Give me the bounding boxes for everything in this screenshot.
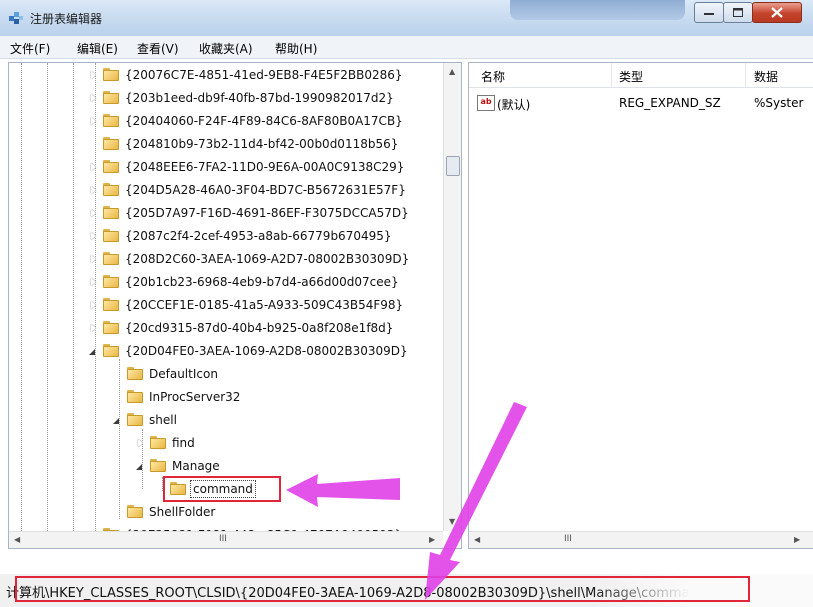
folder-icon (103, 114, 119, 128)
annotation-highlight-box (163, 476, 281, 502)
menu-bar: 文件(F) 编辑(E) 查看(V) 收藏夹(A) 帮助(H) (0, 36, 813, 59)
folder-icon (103, 252, 119, 266)
tree-horizontal-scrollbar[interactable]: ◀ III ▶ (9, 531, 443, 548)
maximize-button[interactable] (723, 2, 753, 23)
status-bar: 计算机\HKEY_CLASSES_ROOT\CLSID\{20D04FE0-3A… (0, 574, 813, 607)
value-data: %Syster (754, 96, 804, 110)
collapse-icon[interactable] (113, 416, 122, 425)
tree-node[interactable]: {203b1eed-db9f-40fb-87bd-1990982017d2} (89, 88, 396, 108)
tree-node[interactable]: {20b1cb23-6968-4eb9-b7d4-a66d00d07cee} (89, 272, 401, 292)
maximize-icon (733, 8, 743, 17)
column-data-header[interactable]: 数据 (754, 68, 778, 85)
expand-icon[interactable] (89, 163, 98, 172)
tree-node[interactable]: {2048EEE6-7FA2-11D0-9E6A-00A0C9138C29} (89, 157, 406, 177)
scroll-right-icon[interactable]: ▶ (429, 535, 435, 544)
menu-favorites[interactable]: 收藏夹(A) (199, 40, 253, 57)
column-name-header[interactable]: 名称 (481, 68, 505, 85)
folder-icon (127, 505, 143, 519)
folder-icon (127, 390, 143, 404)
tree-node[interactable]: ShellFolder (113, 502, 217, 522)
scroll-right-icon[interactable]: ▶ (794, 535, 800, 544)
expand-icon[interactable] (89, 117, 98, 126)
tree-node[interactable]: {204810b9-73b2-11d4-bf42-00b0d0118b56} (89, 134, 400, 154)
tree-node[interactable]: {20cd9315-87d0-40b4-b925-0a8f208e1f8d} (89, 318, 395, 338)
folder-icon (103, 298, 119, 312)
values-list-pane[interactable]: 名称 类型 数据 ab (默认) REG_EXPAND_SZ %Syster ◀… (468, 62, 813, 549)
folder-icon (103, 321, 119, 335)
folder-icon (127, 367, 143, 381)
scroll-up-icon[interactable]: ▲ (449, 67, 455, 76)
tree-node[interactable]: {205D7A97-F16D-4691-86EF-F3075DCCA57D} (89, 203, 411, 223)
menu-view[interactable]: 查看(V) (137, 40, 179, 57)
title-bar: 注册表编辑器 (0, 0, 813, 36)
value-type: REG_EXPAND_SZ (619, 96, 721, 110)
tree-node[interactable]: Manage (136, 456, 222, 476)
folder-icon (103, 137, 119, 151)
list-horizontal-scrollbar[interactable]: ◀ III ▶ (469, 531, 813, 548)
tree-node[interactable]: {208D2C60-3AEA-1069-A2D7-08002B30309D} (89, 249, 411, 269)
folder-icon (127, 413, 143, 427)
expand-icon[interactable] (89, 71, 98, 80)
folder-icon (103, 229, 119, 243)
string-value-icon: ab (477, 95, 495, 111)
collapse-icon[interactable] (89, 347, 98, 356)
scroll-left-icon[interactable]: ◀ (474, 535, 480, 544)
tree-guide (47, 63, 48, 531)
folder-icon (103, 68, 119, 82)
folder-icon (103, 91, 119, 105)
expand-icon[interactable] (89, 324, 98, 333)
tree-guide (21, 63, 22, 531)
list-header: 名称 类型 数据 (469, 63, 813, 88)
minimize-icon (704, 12, 714, 15)
folder-icon (150, 459, 166, 473)
registry-editor-icon (9, 12, 23, 24)
tree-node[interactable]: {20404060-F24F-4F89-84C6-8AF80B0A17CB} (89, 111, 405, 131)
expand-icon[interactable] (89, 94, 98, 103)
tree-node[interactable]: {204D5A28-46A0-3F04-BD7C-B5672631E57F} (89, 180, 408, 200)
expand-icon[interactable] (89, 209, 98, 218)
tree-vertical-scrollbar[interactable]: ▲ ▼ (443, 63, 461, 531)
expand-icon[interactable] (89, 232, 98, 241)
tree-guide (73, 63, 74, 531)
tree-node[interactable]: shell (113, 410, 179, 430)
scroll-left-icon[interactable]: ◀ (14, 535, 20, 544)
menu-file[interactable]: 文件(F) (10, 40, 50, 57)
tree-node[interactable]: {20D04FE0-3AEA-1069-A2D8-08002B30309D} (89, 341, 410, 361)
expand-icon[interactable] (89, 255, 98, 264)
column-type-header[interactable]: 类型 (619, 68, 643, 85)
value-name: (默认) (497, 98, 531, 112)
folder-icon (150, 436, 166, 450)
tree-node[interactable]: InProcServer32 (113, 387, 242, 407)
folder-icon (103, 275, 119, 289)
scroll-thumb[interactable] (446, 156, 460, 176)
minimize-button[interactable] (694, 2, 724, 23)
folder-icon (103, 206, 119, 220)
collapse-icon[interactable] (136, 462, 145, 471)
folder-icon (103, 183, 119, 197)
menu-edit[interactable]: 编辑(E) (77, 40, 118, 57)
scroll-down-icon[interactable]: ▼ (449, 517, 455, 526)
tree-node[interactable]: {20CCEF1E-0185-41a5-A933-509C43B54F98} (89, 295, 405, 315)
expand-icon[interactable] (89, 278, 98, 287)
window-title: 注册表编辑器 (30, 12, 103, 26)
folder-icon (103, 160, 119, 174)
tree-node[interactable]: {2087c2f4-2cef-4953-a8ab-66779b670495} (89, 226, 394, 246)
tree-node[interactable]: find (136, 433, 197, 453)
tree-node[interactable]: DefaultIcon (113, 364, 220, 384)
annotation-path-box (15, 576, 750, 602)
expand-icon[interactable] (136, 439, 145, 448)
column-divider[interactable] (611, 63, 612, 87)
expand-icon[interactable] (89, 186, 98, 195)
folder-icon (103, 344, 119, 358)
column-divider[interactable] (745, 63, 746, 87)
close-icon (771, 7, 783, 18)
title-bar-glass (510, 0, 685, 20)
scroll-grip[interactable]: III (564, 534, 572, 544)
menu-help[interactable]: 帮助(H) (275, 40, 317, 57)
tree-node[interactable]: {20076C7E-4851-41ed-9EB8-F4E5F2BB0286} (89, 65, 405, 85)
scroll-grip[interactable]: III (219, 534, 227, 544)
expand-icon[interactable] (89, 301, 98, 310)
close-button[interactable] (752, 2, 802, 23)
